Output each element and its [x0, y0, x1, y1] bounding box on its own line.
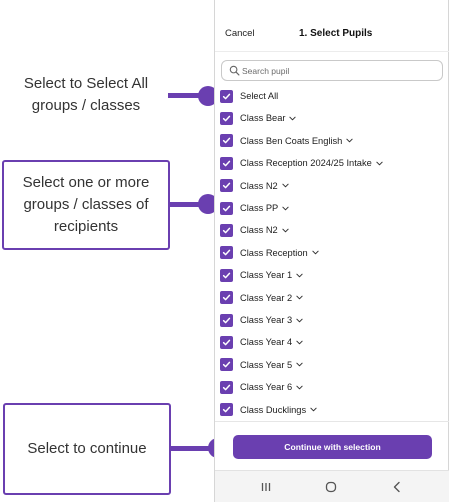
checkbox-checked-icon[interactable]: [220, 291, 233, 305]
chevron-down-icon[interactable]: [296, 385, 303, 390]
callout-continue: Select to continue: [3, 403, 171, 495]
group-label: Class Reception 2024/25 Intake: [240, 158, 372, 169]
android-nav-bar: [215, 470, 449, 502]
continue-button[interactable]: Continue with selection: [233, 435, 432, 459]
search-input[interactable]: [242, 63, 438, 78]
chevron-down-icon[interactable]: [296, 340, 303, 345]
chevron-down-icon[interactable]: [282, 183, 289, 188]
checkbox-checked-icon[interactable]: [220, 111, 233, 125]
group-label: Class Year 1: [240, 270, 293, 281]
group-label: Class Year 4: [240, 337, 293, 348]
group-row[interactable]: Class N2: [220, 177, 289, 195]
cancel-button[interactable]: Cancel: [225, 28, 255, 39]
chevron-down-icon[interactable]: [296, 273, 303, 278]
checkbox-checked-icon[interactable]: [220, 335, 233, 349]
group-label: Class N2: [240, 180, 278, 191]
checkbox-checked-icon[interactable]: [220, 134, 233, 148]
group-row[interactable]: Class Year 1: [220, 266, 303, 284]
callout-select-all: Select to Select All groups / classes: [23, 75, 149, 114]
chevron-down-icon[interactable]: [296, 362, 303, 367]
callout-select-groups: Select one or more groups / classes of r…: [2, 160, 170, 250]
checkbox-checked-icon[interactable]: [220, 179, 233, 193]
group-label: Class Ducklings: [240, 404, 307, 415]
group-row[interactable]: Class PP: [220, 199, 289, 217]
checkbox-checked-icon[interactable]: [220, 156, 233, 170]
home-icon[interactable]: [324, 480, 338, 494]
group-label: Class PP: [240, 203, 279, 213]
chevron-down-icon[interactable]: [296, 318, 303, 323]
group-row[interactable]: Class Ducklings: [220, 401, 317, 419]
phone-screen: Cancel 1. Select Pupils Select All Class…: [214, 0, 449, 502]
group-row[interactable]: Class Year 5: [220, 356, 303, 374]
group-row[interactable]: Class Ben Coats English: [220, 132, 353, 150]
group-label: Class Year 3: [240, 315, 293, 325]
group-row[interactable]: Class Reception: [220, 244, 319, 262]
back-icon[interactable]: [390, 480, 404, 494]
group-row[interactable]: Class Year 3: [220, 311, 303, 329]
group-label: Class Reception: [240, 247, 308, 258]
group-label: Class N2: [240, 225, 278, 236]
checkbox-checked-icon[interactable]: [220, 358, 233, 372]
chevron-down-icon[interactable]: [346, 138, 353, 143]
group-label: Class Year 2: [240, 292, 293, 303]
chevron-down-icon[interactable]: [282, 206, 289, 211]
checkbox-checked-icon[interactable]: [220, 268, 233, 282]
checkbox-checked-icon[interactable]: [220, 223, 233, 237]
group-label: Class Year 6: [240, 382, 293, 393]
group-row[interactable]: Class Year 2: [220, 289, 303, 307]
chevron-down-icon[interactable]: [376, 161, 383, 166]
app-header: Cancel 1. Select Pupils: [215, 0, 449, 52]
search-icon: [229, 65, 240, 76]
checkbox-checked-icon[interactable]: [220, 313, 233, 327]
search-box[interactable]: [221, 60, 443, 81]
group-row[interactable]: Class Year 6: [220, 378, 303, 396]
chevron-down-icon[interactable]: [312, 250, 319, 255]
group-label: Class Year 5: [240, 359, 293, 370]
chevron-down-icon[interactable]: [289, 116, 297, 121]
chevron-down-icon[interactable]: [310, 407, 317, 412]
checkbox-checked-icon[interactable]: [220, 246, 233, 260]
group-row[interactable]: Class Reception 2024/25 Intake: [220, 154, 383, 172]
group-row[interactable]: Class Year 4: [220, 333, 303, 351]
checkbox-checked-icon[interactable]: [220, 403, 233, 417]
group-label: Class Ben Coats English: [240, 135, 343, 146]
select-all-label: Select All: [240, 91, 279, 101]
footer-divider: [215, 421, 449, 422]
checkbox-checked-icon[interactable]: [220, 380, 233, 394]
checkbox-checked-icon[interactable]: [220, 89, 233, 103]
checkbox-checked-icon[interactable]: [220, 201, 233, 215]
group-label: Class Bear: [240, 113, 286, 124]
recents-icon[interactable]: [259, 480, 273, 494]
page-title: 1. Select Pupils: [299, 28, 373, 39]
chevron-down-icon[interactable]: [296, 295, 303, 300]
group-row[interactable]: Class N2: [220, 221, 289, 239]
chevron-down-icon[interactable]: [282, 228, 289, 233]
select-all-row[interactable]: Select All: [220, 87, 278, 105]
group-row[interactable]: Class Bear: [220, 109, 297, 127]
